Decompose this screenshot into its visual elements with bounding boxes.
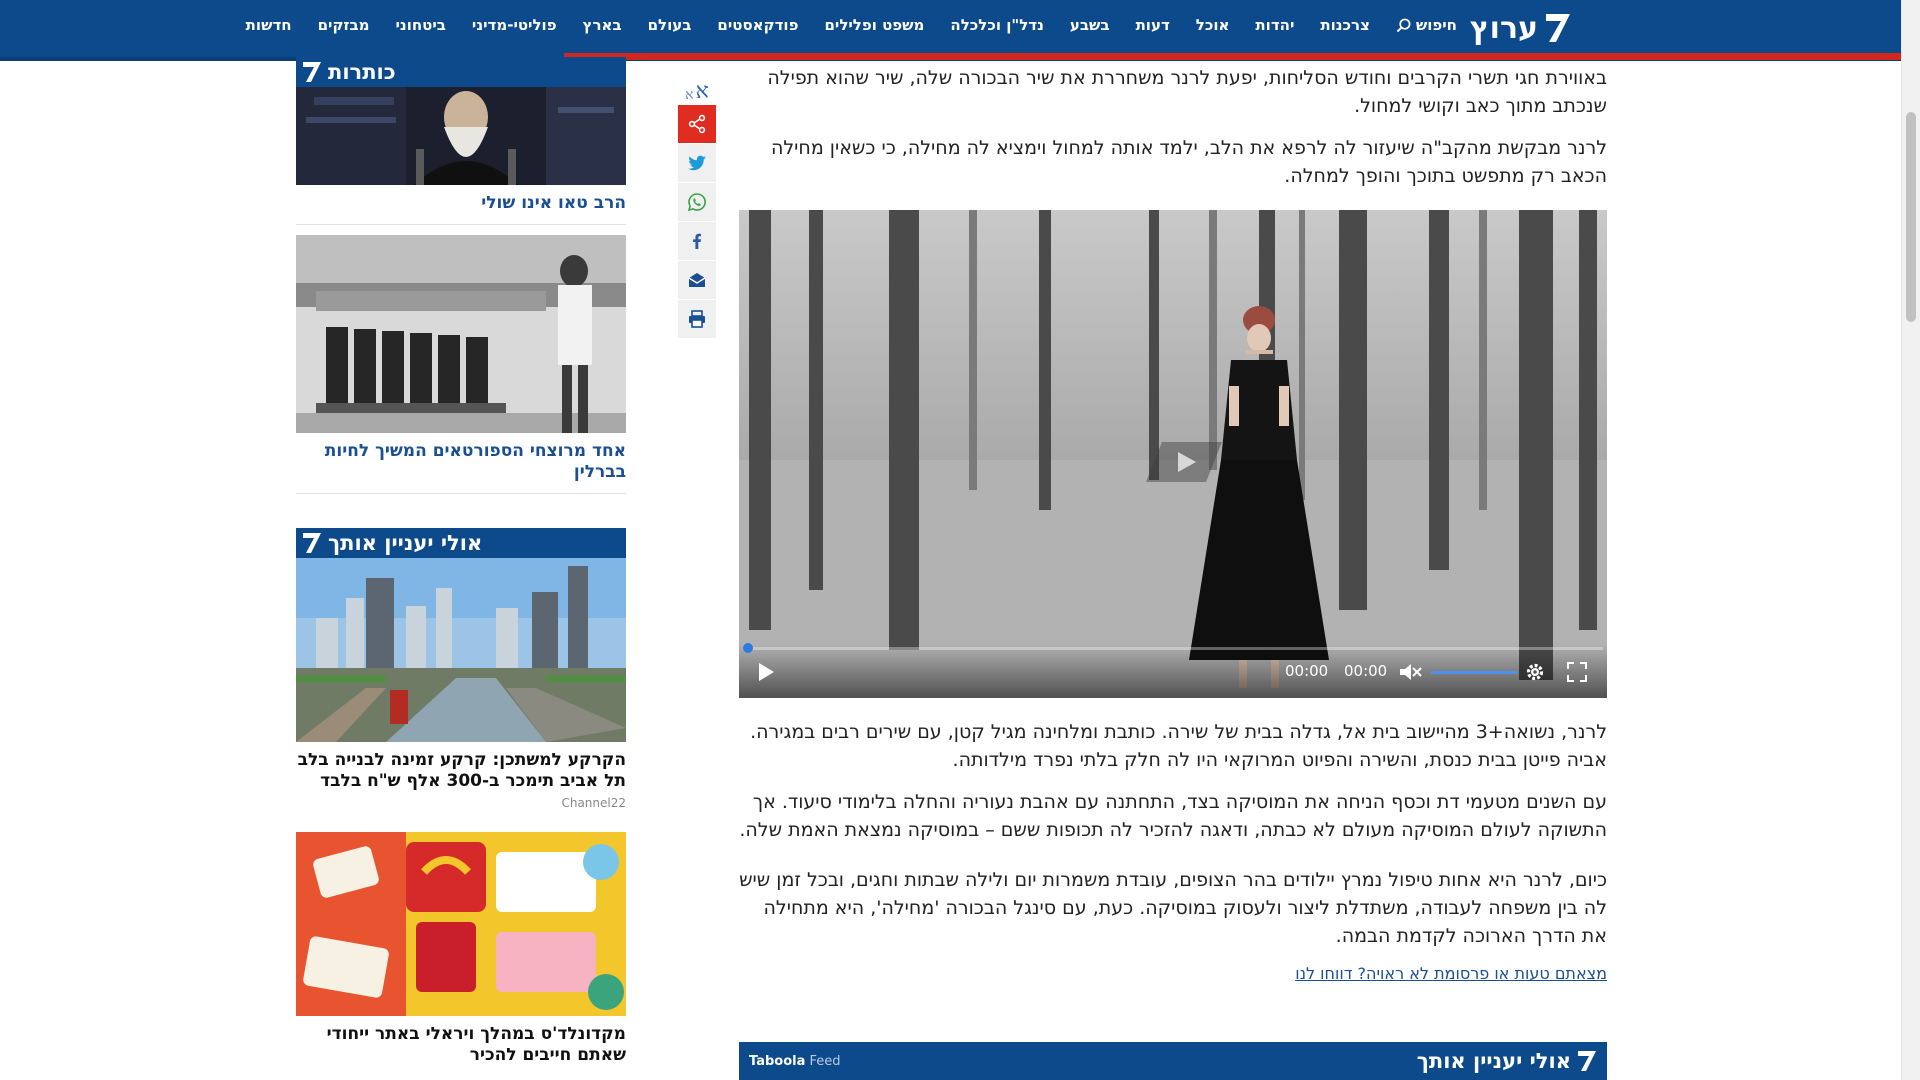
recommend-header: אולי יעניין אותך: [296, 528, 626, 558]
share-rail: א א: [678, 72, 716, 338]
fullscreen-icon: [1567, 662, 1587, 682]
print-icon: [689, 310, 705, 328]
promo-card[interactable]: מקדונלד'ס במהלך ויראלי באתר ייחודי שאתם …: [296, 832, 626, 1066]
nav-search-label: חיפוש: [1415, 16, 1457, 34]
sidebar: כותרות הרב טאו אינו שולי אחד מרוצחי הספו…: [296, 57, 626, 1066]
article-paragraph: כיום, לרנר היא אחות טיפול נמרץ יילודים ב…: [739, 869, 1607, 947]
gear-icon: [1526, 663, 1544, 681]
play-button[interactable]: [757, 662, 775, 682]
headline-card[interactable]: הרב טאו אינו שולי: [296, 87, 626, 214]
settings-button[interactable]: [1525, 662, 1545, 682]
page-scrollbar[interactable]: [1901, 0, 1920, 1080]
center-play-icon[interactable]: [1144, 438, 1224, 486]
taboola-brand-main: Taboola: [749, 1053, 806, 1069]
nav-item-consumer[interactable]: צרכנות: [1307, 0, 1383, 50]
font-decrease-button[interactable]: א: [685, 87, 693, 104]
taboola-feed-header: אולי יעניין אותך Taboola Feed: [739, 1042, 1607, 1080]
taboola-title: אולי יעניין אותך: [1417, 1049, 1597, 1073]
twitter-icon: [688, 155, 706, 171]
promo-title: מקדונלד'ס במהלך ויראלי באתר ייחודי שאתם …: [326, 1024, 626, 1065]
volume-slider[interactable]: [1431, 671, 1517, 674]
headlines-header: כותרות: [296, 57, 626, 87]
article-paragraph: לרנר מבקשת מהקב"ה שיעזור לה לרפא את הלב,…: [770, 137, 1607, 187]
facebook-icon: [693, 233, 701, 249]
promo-source: Channel22: [561, 796, 626, 810]
seven-logo-icon: [1578, 1051, 1596, 1071]
divider: [296, 493, 626, 494]
current-time: 00:00: [1285, 662, 1329, 680]
whatsapp-icon: [687, 193, 706, 212]
mute-button[interactable]: [1399, 662, 1423, 682]
seven-logo-icon: [303, 62, 321, 82]
share-button[interactable]: [678, 105, 716, 143]
search-icon: [1396, 18, 1411, 32]
taboola-brand-feed: Feed: [809, 1053, 841, 1069]
nav-item-opinions[interactable]: דעות: [1123, 0, 1183, 50]
main-nav: חדשות מבזקים ביטחוני פוליטי-מדיני בארץ ב…: [233, 0, 1470, 50]
recommend-title: אולי יעניין אותך: [328, 531, 483, 555]
nav-item-news[interactable]: חדשות: [233, 0, 305, 50]
logo-seven-icon: [1546, 14, 1570, 42]
header-accent-line: [564, 53, 1902, 60]
report-error-link[interactable]: מצאתם טעות או פרסומת לא ראויה? דווחו לנו: [739, 964, 1607, 983]
headlines-title: כותרות: [328, 60, 396, 84]
fullscreen-button[interactable]: [1567, 662, 1587, 682]
headline-image: [296, 87, 626, 185]
logo-text: ערוץ: [1469, 10, 1538, 46]
article-paragraph: עם השנים מטעמי דת וכסף הניחה את המוסיקה …: [739, 791, 1607, 841]
taboola-title-text: אולי יעניין אותך: [1416, 1049, 1571, 1073]
site-header: ערוץ חדשות מבזקים ביטחוני פוליטי-מדיני ב…: [0, 0, 1902, 61]
nav-item-world[interactable]: בעולם: [635, 0, 705, 50]
promo-title: הקרקע למשתכן: קרקע זמינה לבנייה בלב תל א…: [297, 750, 626, 791]
video-progress-knob[interactable]: [743, 643, 753, 653]
video-progress-bar[interactable]: [743, 643, 1603, 653]
divider: [296, 224, 626, 225]
headline-title: הרב טאו אינו שולי: [481, 193, 626, 213]
video-controls: 00:00 00:00: [739, 643, 1607, 698]
facebook-share-button[interactable]: [678, 222, 716, 260]
print-button[interactable]: [678, 300, 716, 338]
taboola-brand[interactable]: Taboola Feed: [749, 1054, 841, 1069]
nav-item-judaism[interactable]: יהדות: [1242, 0, 1307, 50]
nav-item-podcasts[interactable]: פודקאסטים: [704, 0, 811, 50]
video-player[interactable]: 00:00 00:00: [739, 210, 1607, 698]
duration-time: 00:00: [1344, 662, 1388, 680]
promo-image: [296, 558, 626, 742]
promo-image: [296, 832, 626, 1016]
nav-item-food[interactable]: אוכל: [1183, 0, 1243, 50]
nav-item-israel[interactable]: בארץ: [570, 0, 635, 50]
share-icon: [688, 114, 706, 134]
nav-item-realestate[interactable]: נדל"ן וכלכלה: [937, 0, 1056, 50]
email-icon: [688, 273, 706, 287]
nav-search[interactable]: חיפוש: [1383, 0, 1470, 50]
nav-item-security[interactable]: ביטחוני: [383, 0, 459, 50]
headline-card[interactable]: אחד מרוצחי הספורטאים המשיך לחיות בברלין: [296, 235, 626, 483]
headline-image: [296, 235, 626, 433]
seven-logo-icon: [303, 533, 321, 553]
article-body: באווירת חגי תשרי הקרבים וחודש הסליחות, י…: [739, 64, 1607, 983]
nav-item-besheva[interactable]: בשבע: [1057, 0, 1123, 50]
whatsapp-share-button[interactable]: [678, 183, 716, 221]
font-increase-button[interactable]: א: [696, 78, 709, 104]
site-logo[interactable]: ערוץ: [1470, 8, 1572, 48]
twitter-share-button[interactable]: [678, 144, 716, 182]
scrollbar-thumb[interactable]: [1906, 112, 1916, 322]
headline-title: אחד מרוצחי הספורטאים המשיך לחיות בברלין: [324, 441, 626, 482]
nav-item-flashes[interactable]: מבזקים: [305, 0, 383, 50]
font-size-control: א א: [678, 72, 716, 104]
article-paragraph: לרנר, נשואה+3 מהיישוב בית אל, גדלה בבית …: [750, 721, 1607, 771]
play-icon: [759, 663, 774, 681]
email-share-button[interactable]: [678, 261, 716, 299]
nav-item-law[interactable]: משפט ופלילים: [811, 0, 937, 50]
promo-card[interactable]: הקרקע למשתכן: קרקע זמינה לבנייה בלב תל א…: [296, 558, 626, 810]
article-paragraph: באווירת חגי תשרי הקרבים וחודש הסליחות, י…: [767, 67, 1607, 117]
volume-muted-icon: [1400, 664, 1422, 680]
nav-item-politics[interactable]: פוליטי-מדיני: [459, 0, 570, 50]
